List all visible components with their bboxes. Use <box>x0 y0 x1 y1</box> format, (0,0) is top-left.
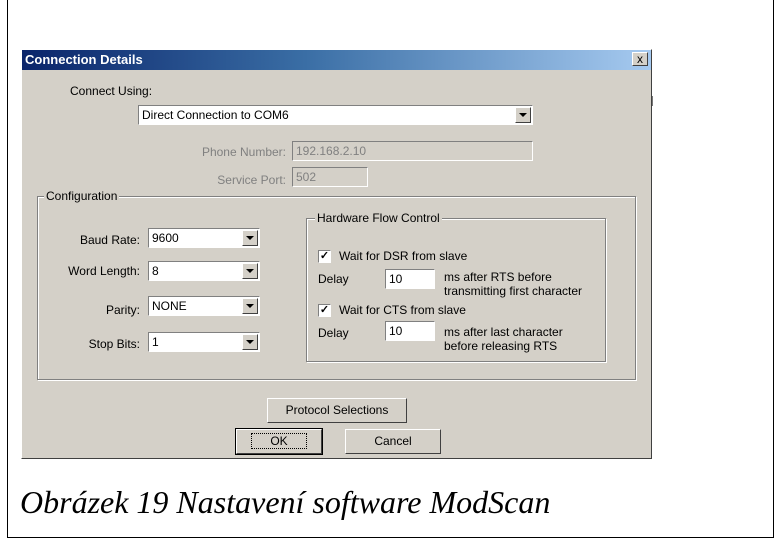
connect-using-value: Direct Connection to COM6 <box>142 108 289 122</box>
word-length-value: 8 <box>152 264 159 278</box>
page-edge-mark <box>652 96 653 106</box>
connect-using-label: Connect Using: <box>70 84 153 98</box>
dsr-label: Wait for DSR from slave <box>339 249 468 263</box>
delay-after-last-char-label: Delay <box>318 326 349 340</box>
protocol-selections-button[interactable]: Protocol Selections <box>267 398 407 423</box>
chevron-down-icon[interactable] <box>242 334 258 350</box>
service-port-value: 502 <box>296 170 317 184</box>
parity-select[interactable]: NONE <box>148 296 260 316</box>
ok-label: OK <box>251 433 307 449</box>
close-icon: x <box>637 52 643 66</box>
phone-number-label: Phone Number: <box>201 145 286 159</box>
parity-label: Parity: <box>105 303 140 317</box>
close-button[interactable]: x <box>632 52 648 66</box>
checkmark-icon: ✓ <box>319 304 330 316</box>
dialog-titlebar[interactable]: Connection Details x <box>22 50 651 70</box>
cts-label: Wait for CTS from slave <box>339 303 466 317</box>
ok-button[interactable]: OK <box>235 428 323 455</box>
baud-rate-select[interactable]: 9600 <box>148 228 260 248</box>
delay-after-rts-desc-1: ms after RTS before <box>444 270 552 284</box>
chevron-down-icon[interactable] <box>242 230 258 246</box>
service-port-field[interactable]: 502 <box>292 167 368 187</box>
delay-after-rts-field[interactable]: 10 <box>385 269 435 289</box>
phone-number-field[interactable]: 192.168.2.10 <box>292 141 533 161</box>
cts-checkbox[interactable]: ✓ <box>318 304 331 317</box>
chevron-down-icon[interactable] <box>242 298 258 314</box>
stop-bits-value: 1 <box>152 335 159 349</box>
baud-rate-label: Baud Rate: <box>79 233 140 247</box>
dialog-title: Connection Details <box>25 52 143 67</box>
delay-after-last-char-desc-2: before releasing RTS <box>444 339 558 353</box>
stop-bits-label: Stop Bits: <box>88 337 140 351</box>
cancel-button[interactable]: Cancel <box>345 429 441 454</box>
delay-after-last-char-value: 10 <box>389 324 403 338</box>
delay-after-rts-label: Delay <box>318 272 349 286</box>
hardware-flow-control-title: Hardware Flow Control <box>315 211 442 225</box>
dsr-checkbox[interactable]: ✓ <box>318 250 331 263</box>
stop-bits-select[interactable]: 1 <box>148 332 260 352</box>
service-port-label: Service Port: <box>217 173 286 187</box>
delay-after-last-char-field[interactable]: 10 <box>385 321 435 341</box>
connection-details-dialog: Connection Details x Connect Using: Dire… <box>21 49 652 459</box>
parity-value: NONE <box>152 299 187 313</box>
figure-caption: Obrázek 19 Nastavení software ModScan <box>20 484 551 520</box>
delay-after-rts-desc-2: transmitting first character <box>444 284 583 298</box>
delay-after-last-char-desc-1: ms after last character <box>444 325 563 339</box>
chevron-down-icon[interactable] <box>242 263 258 279</box>
connect-using-select[interactable]: Direct Connection to COM6 <box>138 105 533 125</box>
checkmark-icon: ✓ <box>319 250 330 262</box>
word-length-label: Word Length: <box>68 264 140 278</box>
phone-number-value: 192.168.2.10 <box>296 144 367 158</box>
baud-rate-value: 9600 <box>152 231 179 245</box>
word-length-select[interactable]: 8 <box>148 261 260 281</box>
delay-after-rts-value: 10 <box>389 272 403 286</box>
configuration-title: Configuration <box>44 189 120 203</box>
chevron-down-icon[interactable] <box>515 107 531 123</box>
